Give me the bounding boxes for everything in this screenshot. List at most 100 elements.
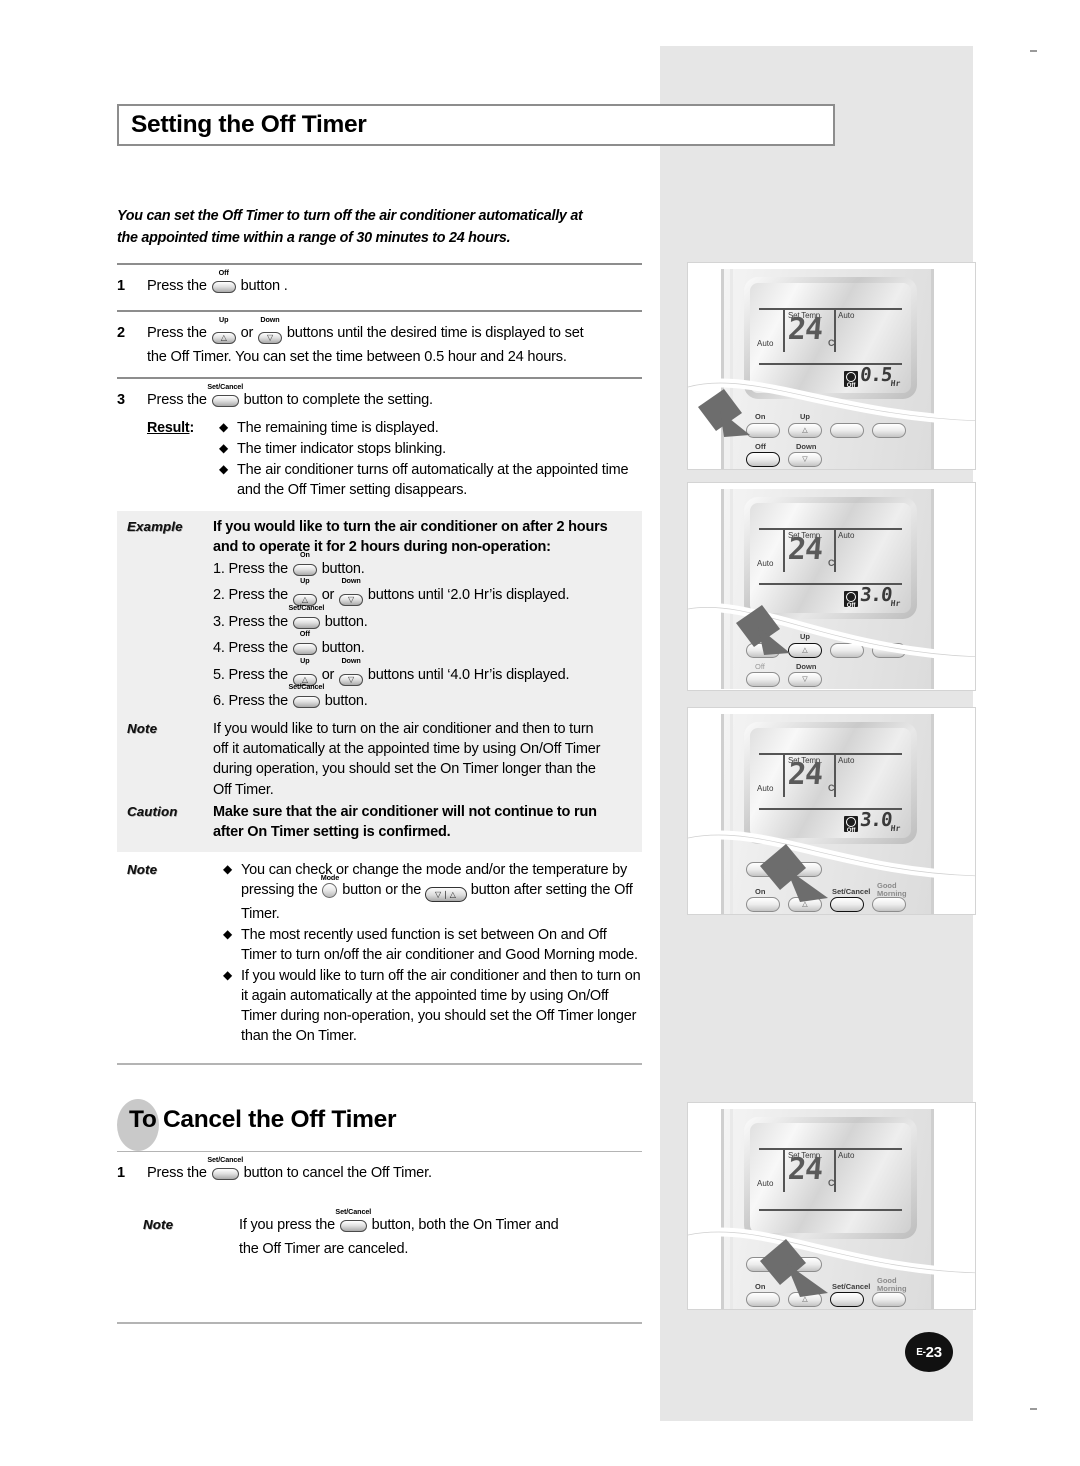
step-2-post-line-1: buttons until the desired time is displa…	[286, 325, 584, 342]
remote-key-good-morning[interactable]	[872, 897, 906, 912]
illustration-cancel-off-timer: Set Temp. Auto Auto 24 C On △ Set/Cancel…	[687, 1102, 976, 1310]
page-number-prefix: E-	[916, 1346, 926, 1358]
cancel-step-1-post: button to cancel the Off Timer.	[243, 1165, 432, 1182]
note-bullets-tag: Note	[127, 862, 158, 878]
example-line-1: 1. Press the On button.	[213, 551, 634, 584]
callout-arrow	[760, 844, 828, 902]
note-bullet: ◆ You can check or change the mode and/o…	[223, 860, 642, 924]
lcd-temperature-unit: C	[828, 783, 835, 793]
result-bullet-text: The timer indicator stops blinking.	[237, 441, 446, 458]
callout-arrow	[736, 605, 790, 655]
lcd-timer-clock-icon: Off	[844, 371, 859, 389]
cancel-note-post-2: the Off Timer are canceled.	[239, 1241, 409, 1258]
example-line-1-num: 1.	[213, 560, 225, 577]
set-cancel-button-icon-label: Set/Cancel	[288, 682, 325, 692]
remote-key-down[interactable]: ▽	[788, 452, 822, 467]
set-cancel-button-icon-shape	[211, 395, 239, 408]
lcd-timer-unit: Hr	[890, 378, 901, 388]
off-button-icon-shape	[292, 643, 317, 656]
lcd-timer-value: 3.0Hr	[859, 584, 902, 608]
cancel-section-heading: To Cancel the Off Timer	[117, 1098, 642, 1151]
example-line-4-pre: Press the	[228, 640, 289, 657]
down-button-icon-label: Down	[341, 576, 361, 586]
remote-key-down[interactable]: ▽	[788, 672, 822, 687]
set-cancel-button-icon: Set/Cancel	[207, 383, 243, 414]
remote-key-off[interactable]	[746, 672, 780, 687]
step-3: 3 Press the Set/Cancel button to complet…	[117, 379, 642, 511]
lcd-timer-value: 0.5Hr	[859, 364, 902, 388]
set-cancel-button-icon-shape	[292, 616, 320, 629]
result-bullet: ◆ The timer indicator stops blinking.	[219, 439, 642, 459]
key-label-good-morning: Good Morning	[877, 881, 907, 898]
illustration-off-button-press: Set Temp. Auto Auto 24 C Off 0.5Hr On Up…	[687, 262, 976, 470]
cancel-note-block: Note If you press the Set/Cancel button,…	[117, 1208, 642, 1260]
step-2-text: Press the Up △ or Down ▽ buttons until t…	[147, 316, 642, 367]
lcd-screen: Set Temp. Auto Auto 24 C Off 3.0Hr	[750, 503, 911, 613]
remote-key-blank-a[interactable]	[830, 423, 864, 438]
result-label-text: Result	[147, 420, 190, 437]
temperature-adjust-button-icon: ▽❘△	[424, 887, 467, 903]
note-shaded-body: If you would like to turn on the air con…	[213, 719, 634, 800]
example-line-2: 2. Press the Up △ or Down ▽ buttons unti…	[213, 577, 634, 610]
example-line-6: 6. Press the Set/Cancel button.	[213, 683, 634, 716]
example-line-5: 5. Press the Up △ or Down ▽ buttons unti…	[213, 657, 634, 690]
page-title: Setting the Off Timer	[131, 111, 367, 138]
lcd-bottom-rule	[759, 1209, 902, 1211]
result-block: Result: ◆ The remaining time is displaye…	[147, 414, 642, 501]
example-line-5-pre: Press the	[228, 666, 289, 683]
lcd-temperature-unit: C	[828, 338, 835, 348]
example-line-1-pre: Press the	[228, 560, 289, 577]
cancel-heading-rest: Cancel the Off Timer	[163, 1105, 397, 1133]
remote-key-blank-b[interactable]	[872, 423, 906, 438]
crop-mark-bottom	[1030, 1408, 1037, 1410]
lcd-auto-mode-label: Auto	[838, 311, 855, 320]
on-button-icon-label: On	[299, 549, 310, 559]
lcd-auto-fan-label: Auto	[757, 559, 774, 568]
result-bullet-list: ◆ The remaining time is displayed. ◆ The…	[219, 418, 642, 501]
remote-key-blank-a[interactable]	[830, 643, 864, 658]
note-shaded-line-1: If you would like to turn on the air con…	[213, 720, 594, 737]
note-bullet-text: If you would like to turn off the air co…	[241, 968, 641, 1045]
lcd-timer-value: 3.0Hr	[859, 809, 902, 833]
diamond-icon: ◆	[219, 420, 229, 435]
on-button-icon-shape	[292, 563, 317, 576]
caution-body: Make sure that the air conditioner will …	[213, 802, 634, 843]
step-1-number: 1	[117, 278, 125, 295]
example-line-3-pre: Press the	[228, 613, 289, 630]
down-button-icon-label: Down	[341, 655, 361, 665]
down-button-icon: Down ▽	[339, 657, 364, 690]
off-button-icon-label: Off	[299, 629, 310, 639]
note-bullet-text: You can check or change the mode and/or …	[241, 860, 642, 924]
result-label-colon: :	[189, 420, 195, 437]
example-line-4-post: button.	[321, 640, 365, 657]
example-line-6-post: button.	[324, 693, 368, 710]
example-line-3-post: button.	[324, 613, 368, 630]
caution-tag: Caution	[127, 803, 178, 820]
set-cancel-button-icon: Set/Cancel	[207, 1156, 243, 1187]
off-button-icon: Off	[211, 269, 236, 300]
step-1-post: button .	[240, 278, 288, 295]
lcd-divider-left	[783, 310, 785, 352]
cancel-section-heading-text: To Cancel the Off Timer	[129, 1105, 397, 1134]
intro-line-1: You can set the Off Timer to turn off th…	[117, 208, 583, 224]
note-bullet-1-mid: button or the	[342, 882, 422, 899]
note-bullet-text: The most recently used function is set b…	[241, 927, 638, 964]
remote-key-up[interactable]: △	[788, 423, 822, 438]
cancel-note-tag: Note	[143, 1217, 174, 1233]
set-cancel-button-icon-label: Set/Cancel	[207, 382, 244, 392]
lcd-screen: Set Temp. Auto Auto 24 C Off 0.5Hr	[750, 283, 911, 393]
remote-key-good-morning[interactable]	[872, 1292, 906, 1307]
down-button-icon-label: Down	[260, 315, 280, 325]
note-shaded-line-3: during operation, you should set the On …	[213, 761, 596, 778]
example-body: If you would like to turn the air condit…	[213, 517, 634, 717]
step-3-post: button to complete the setting.	[243, 392, 434, 409]
lcd-timer-clock-icon: Off	[844, 591, 859, 609]
example-line-6-num: 6.	[213, 693, 225, 710]
example-line-5-mid: or	[321, 666, 335, 683]
lcd-temperature-value: 24	[786, 757, 824, 792]
step-2-mid: or	[240, 325, 254, 342]
example-line-5-num: 5.	[213, 666, 225, 683]
set-cancel-button-icon-shape	[339, 1220, 367, 1233]
down-button-icon-shape: ▽	[339, 594, 364, 607]
remote-key-blank-b[interactable]	[872, 643, 906, 658]
